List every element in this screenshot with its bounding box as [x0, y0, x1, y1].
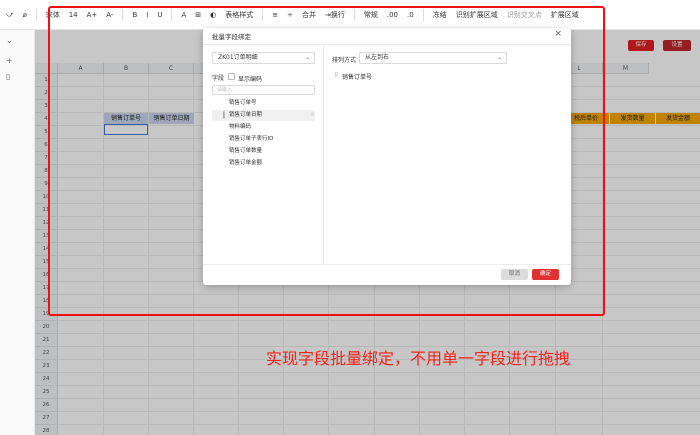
list-icon[interactable]: ▯	[6, 72, 10, 81]
caption-text: 实现字段批量绑定，不用单一字段进行拖拽	[266, 349, 571, 368]
highlight-frame	[48, 6, 605, 316]
clear-icon[interactable]: ⌀	[22, 11, 26, 19]
format-painter-icon[interactable]: ⤻	[6, 10, 13, 19]
collapse-icon[interactable]: ⌄	[6, 36, 13, 45]
left-panel: ⌄ + ▯	[0, 0, 35, 435]
add-icon[interactable]: +	[6, 56, 13, 65]
divider	[35, 8, 37, 21]
